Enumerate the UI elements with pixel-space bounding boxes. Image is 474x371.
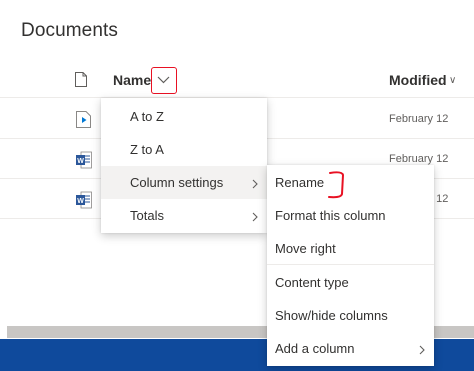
svg-text:W: W — [77, 158, 84, 165]
menu-item-content-type[interactable]: Content type — [267, 266, 434, 299]
menu-item-column-settings[interactable]: Column settings — [101, 166, 267, 199]
modified-column-header[interactable]: Modified — [389, 72, 447, 88]
menu-item-format-column[interactable]: Format this column — [267, 199, 434, 232]
menu-item-label: Totals — [130, 208, 164, 223]
name-column-header[interactable]: Name — [113, 72, 151, 88]
column-settings-submenu: Rename Format this column Move right Con… — [267, 165, 434, 366]
menu-item-totals[interactable]: Totals — [101, 199, 267, 232]
word-doc-icon: W — [76, 151, 92, 174]
menu-item-label: Move right — [275, 241, 336, 256]
video-file-icon — [76, 111, 91, 133]
menu-divider — [267, 264, 434, 265]
menu-item-label: Add a column — [275, 341, 355, 356]
svg-text:W: W — [77, 198, 84, 205]
chevron-right-icon — [252, 177, 258, 192]
menu-item-show-hide-columns[interactable]: Show/hide columns — [267, 299, 434, 332]
modified-date: February 12 — [389, 153, 449, 165]
menu-item-label: Show/hide columns — [275, 308, 388, 323]
sort-indicator-icon[interactable]: ∨ — [449, 75, 456, 86]
menu-item-z-to-a[interactable]: Z to A — [101, 133, 267, 166]
column-header-menu: A to Z Z to A Column settings Totals — [101, 98, 267, 233]
modified-date: February 12 — [389, 113, 449, 125]
word-doc-icon: W — [76, 191, 92, 214]
menu-item-add-column[interactable]: Add a column — [267, 332, 434, 365]
name-column-dropdown[interactable] — [151, 67, 177, 94]
menu-item-label: Content type — [275, 275, 349, 290]
menu-item-label: Rename — [275, 175, 325, 190]
list-header-row: Name Modified ∨ — [0, 62, 474, 98]
menu-item-label: Column settings — [130, 175, 224, 190]
highlight-bracket-annotation — [327, 170, 349, 205]
menu-item-move-right[interactable]: Move right — [267, 232, 434, 265]
chevron-right-icon — [252, 210, 258, 225]
menu-item-a-to-z[interactable]: A to Z — [101, 100, 267, 133]
document-type-icon — [75, 72, 87, 87]
page-title: Documents — [21, 20, 118, 41]
menu-item-rename[interactable]: Rename — [267, 166, 434, 199]
chevron-down-icon — [157, 76, 170, 84]
chevron-right-icon — [419, 343, 425, 358]
menu-item-label: Z to A — [130, 142, 164, 157]
menu-item-label: A to Z — [130, 109, 164, 124]
menu-item-label: Format this column — [275, 208, 386, 223]
